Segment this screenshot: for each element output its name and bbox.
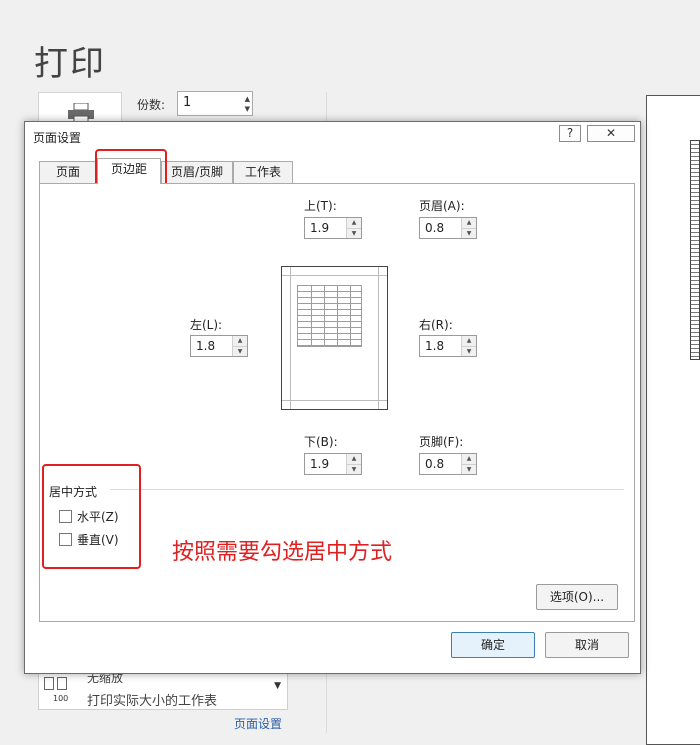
cancel-button[interactable]: 取消 — [545, 632, 629, 658]
close-button[interactable]: ✕ — [587, 125, 635, 142]
scaling-number: 100 — [53, 694, 69, 703]
tab-page[interactable]: 页面 — [39, 161, 97, 183]
header-margin-value: 0.8 — [425, 221, 445, 235]
page-setup-dialog: 页面设置 ? ✕ 页面 页边距 页眉/页脚 工作表 上(T): 1.9 ▲ ▼ 页… — [24, 121, 641, 674]
thumbnail-table — [297, 285, 362, 347]
right-margin-label: 右(R): — [419, 318, 453, 332]
left-margin-guide — [290, 267, 291, 409]
right-margin-value: 1.8 — [425, 339, 445, 353]
thumbnail-column-line — [311, 286, 312, 346]
header-margin-label: 页眉(A): — [419, 199, 465, 213]
spinner-icon[interactable]: ▲ ▼ — [346, 454, 361, 474]
spinner-icon[interactable]: ▲ ▼ — [461, 336, 476, 356]
help-button[interactable]: ? — [559, 125, 581, 142]
print-page-title: 打印 — [34, 44, 106, 84]
scaling-description: 打印实际大小的工作表 — [87, 694, 218, 709]
scaling-page-icon-2 — [57, 677, 67, 690]
footer-margin-label: 页脚(F): — [419, 435, 464, 449]
scaling-page-icon — [44, 677, 54, 690]
chevron-down-icon[interactable]: ▼ — [274, 681, 281, 691]
centering-highlight-box — [42, 464, 141, 569]
printer-icon — [68, 103, 94, 123]
spinner-icon[interactable]: ▲ ▼ — [232, 336, 247, 356]
copies-input[interactable]: 1 ▲ ▼ — [177, 91, 253, 116]
thumbnail-column-line — [324, 286, 325, 346]
right-margin-field[interactable]: 1.8 ▲ ▼ — [419, 335, 477, 357]
thumbnail-column-line — [337, 286, 338, 346]
tab-header-footer[interactable]: 页眉/页脚 — [161, 161, 233, 183]
dialog-title: 页面设置 — [33, 131, 82, 145]
footer-margin-value: 0.8 — [425, 457, 445, 471]
tab-margins[interactable]: 页边距 — [97, 158, 161, 184]
top-margin-guide — [282, 275, 387, 276]
options-button[interactable]: 选项(O)... — [536, 584, 618, 610]
left-margin-value: 1.8 — [196, 339, 216, 353]
top-margin-field[interactable]: 1.9 ▲ ▼ — [304, 217, 362, 239]
footer-margin-field[interactable]: 0.8 ▲ ▼ — [419, 453, 477, 475]
header-margin-field[interactable]: 0.8 ▲ ▼ — [419, 217, 477, 239]
margins-panel: 上(T): 1.9 ▲ ▼ 页眉(A): 0.8 ▲ ▼ 左(L): 1.8 ▲ ▼ … — [39, 183, 635, 622]
annotation-text: 按照需要勾选居中方式 — [172, 540, 393, 565]
page-preview-thumbnail — [281, 266, 388, 410]
top-margin-label: 上(T): — [304, 199, 337, 213]
left-margin-label: 左(L): — [190, 318, 223, 332]
preview-content — [690, 140, 700, 360]
copies-value: 1 — [183, 95, 192, 110]
top-margin-value: 1.9 — [310, 221, 330, 235]
left-margin-field[interactable]: 1.8 ▲ ▼ — [190, 335, 248, 357]
bottom-margin-guide — [282, 400, 387, 401]
thumbnail-column-line — [350, 286, 351, 346]
centering-separator — [110, 489, 624, 490]
copies-label: 份数: — [137, 98, 166, 112]
page-setup-link[interactable]: 页面设置 — [234, 715, 282, 732]
spinner-icon[interactable]: ▲ ▼ — [461, 454, 476, 474]
right-margin-guide — [378, 267, 379, 409]
spinner-icon[interactable]: ▲ ▼ — [346, 218, 361, 238]
spinner-icon[interactable]: ▲ ▼ — [461, 218, 476, 238]
copies-spinner-icon[interactable]: ▲ ▼ — [245, 94, 250, 114]
bottom-margin-label: 下(B): — [304, 435, 338, 449]
bottom-margin-value: 1.9 — [310, 457, 330, 471]
bottom-margin-field[interactable]: 1.9 ▲ ▼ — [304, 453, 362, 475]
ok-button[interactable]: 确定 — [451, 632, 535, 658]
tab-sheet[interactable]: 工作表 — [233, 161, 293, 183]
